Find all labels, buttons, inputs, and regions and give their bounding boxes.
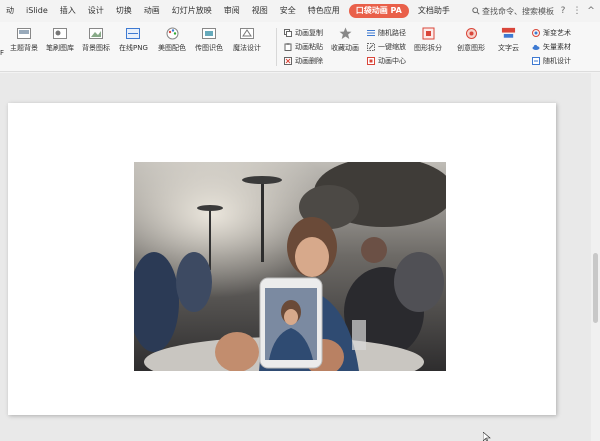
anim-paste-button[interactable]: 动画粘贴 (284, 41, 323, 52)
brush-library-label: 笔刷图库 (46, 44, 74, 52)
theme-background-button[interactable]: 主题背景 (10, 27, 38, 53)
anim-center-label: 动画中心 (378, 56, 406, 65)
slide-canvas[interactable] (8, 103, 556, 415)
wordart-button[interactable]: 渐变艺术 (532, 27, 571, 38)
brush-library-button[interactable]: 笔刷图库 (46, 27, 74, 53)
help-icon[interactable]: ? (558, 6, 568, 16)
creative-shape-icon (464, 27, 479, 40)
brush-library-icon (53, 27, 68, 40)
anim-delete-label: 动画删除 (295, 56, 323, 65)
restaurant-photo-image (134, 162, 446, 371)
tab-animation-partial[interactable]: 动 (0, 0, 20, 22)
creative-shape-button[interactable]: 创意图形 (457, 27, 485, 53)
wordart-label: 渐变艺术 (543, 28, 571, 37)
zoom-icon (367, 42, 375, 51)
image-color-button[interactable]: 美图配色 (158, 27, 186, 53)
tab-pocket-animation[interactable]: 口袋动画 PA (348, 4, 409, 18)
tab-slideshow[interactable]: 幻灯片放映 (166, 0, 218, 22)
star-icon (338, 27, 353, 40)
mouse-cursor-icon (483, 432, 491, 441)
collapse-ribbon-icon[interactable]: ^ (586, 6, 596, 16)
theme-background-label: 主题背景 (10, 44, 38, 52)
random-design-label: 随机设计 (543, 56, 571, 65)
tab-islide[interactable]: iSlide (20, 0, 54, 22)
creative-shape-label: 创意图形 (457, 44, 485, 52)
ribbon-toolbar: F 主题背景 笔刷图库 背景图标 在线PNG 美图配色 传图识色 魔法设计 动画… (0, 22, 600, 72)
anim-copy-label: 动画复制 (295, 28, 323, 37)
vertical-scrollbar[interactable] (591, 73, 600, 441)
collect-animation-label: 收藏动画 (331, 44, 359, 52)
copy-icon (284, 28, 292, 37)
anim-copy-button[interactable]: 动画复制 (284, 27, 323, 38)
menu-right-tools: 查找命令、搜索模板 ? ⋮ ^ (472, 0, 596, 22)
color-picker-button[interactable]: 传图识色 (195, 27, 223, 53)
online-png-icon (126, 27, 141, 40)
color-picker-icon (202, 27, 217, 40)
tab-design[interactable]: 设计 (82, 0, 110, 22)
background-icon-button[interactable]: 背景图标 (82, 27, 110, 53)
tab-animation[interactable]: 动画 (138, 0, 166, 22)
cloud-icon (532, 44, 540, 50)
theme-background-icon (17, 27, 32, 40)
search-icon (472, 7, 480, 15)
list-icon (367, 29, 375, 36)
shape-split-label: 图形拆分 (414, 44, 442, 52)
collect-animation-button[interactable]: 收藏动画 (331, 27, 359, 53)
tab-doc-assistant[interactable]: 文档助手 (412, 0, 456, 22)
anim-center-button[interactable]: 动画中心 (367, 55, 406, 66)
delete-icon (284, 56, 292, 65)
word-cloud-icon (501, 27, 516, 40)
anim-paste-label: 动画粘贴 (295, 42, 323, 51)
random-design-button[interactable]: 随机设计 (532, 55, 571, 66)
tab-review[interactable]: 审阅 (218, 0, 246, 22)
color-picker-label: 传图识色 (195, 44, 223, 52)
word-cloud-label: 文字云 (498, 44, 519, 52)
tab-transition[interactable]: 切换 (110, 0, 138, 22)
anim-delete-button[interactable]: 动画删除 (284, 55, 323, 66)
search-command-box[interactable]: 查找命令、搜索模板 (472, 6, 554, 17)
magic-design-label: 魔法设计 (233, 44, 261, 52)
shape-split-button[interactable]: 图形拆分 (414, 27, 442, 53)
one-key-zoom-button[interactable]: 一键缩放 (367, 41, 406, 52)
online-png-label: 在线PNG (119, 44, 148, 52)
one-key-zoom-label: 一键缩放 (378, 42, 406, 51)
background-icon-icon (89, 27, 104, 40)
random-path-button[interactable]: 随机路径 (367, 27, 406, 38)
menu-bar: 动 iSlide 插入 设计 切换 动画 幻灯片放映 审阅 视图 安全 特色应用… (0, 0, 600, 22)
image-color-label: 美图配色 (158, 44, 186, 52)
slide-editor-area (0, 73, 600, 441)
online-png-button[interactable]: 在线PNG (119, 27, 148, 53)
wordart-icon (532, 28, 540, 37)
scrollbar-thumb[interactable] (593, 253, 598, 323)
paste-icon (284, 42, 292, 51)
magic-design-icon (240, 27, 255, 40)
more-icon[interactable]: ⋮ (572, 6, 582, 16)
tab-featured-apps[interactable]: 特色应用 (302, 0, 346, 22)
slide-photo[interactable] (134, 162, 446, 371)
tab-insert[interactable]: 插入 (54, 0, 82, 22)
random-design-icon (532, 56, 540, 65)
vector-material-label: 矢量素材 (543, 42, 571, 51)
background-icon-label: 背景图标 (82, 44, 110, 52)
anim-center-icon (367, 56, 375, 65)
random-path-label: 随机路径 (378, 28, 406, 37)
wps-presentation-window: 动 iSlide 插入 设计 切换 动画 幻灯片放映 审阅 视图 安全 特色应用… (0, 0, 600, 441)
vector-material-button[interactable]: 矢量素材 (532, 41, 571, 52)
tab-security[interactable]: 安全 (274, 0, 302, 22)
ribbon-separator (276, 28, 277, 66)
magic-design-button[interactable]: 魔法设计 (233, 27, 261, 53)
tab-view[interactable]: 视图 (246, 0, 274, 22)
search-command-label: 查找命令、搜索模板 (482, 6, 554, 16)
shape-split-icon (421, 27, 436, 40)
palette-icon (165, 27, 180, 40)
ribbon-left-stub[interactable]: F (0, 47, 4, 58)
word-cloud-button[interactable]: 文字云 (498, 27, 519, 53)
